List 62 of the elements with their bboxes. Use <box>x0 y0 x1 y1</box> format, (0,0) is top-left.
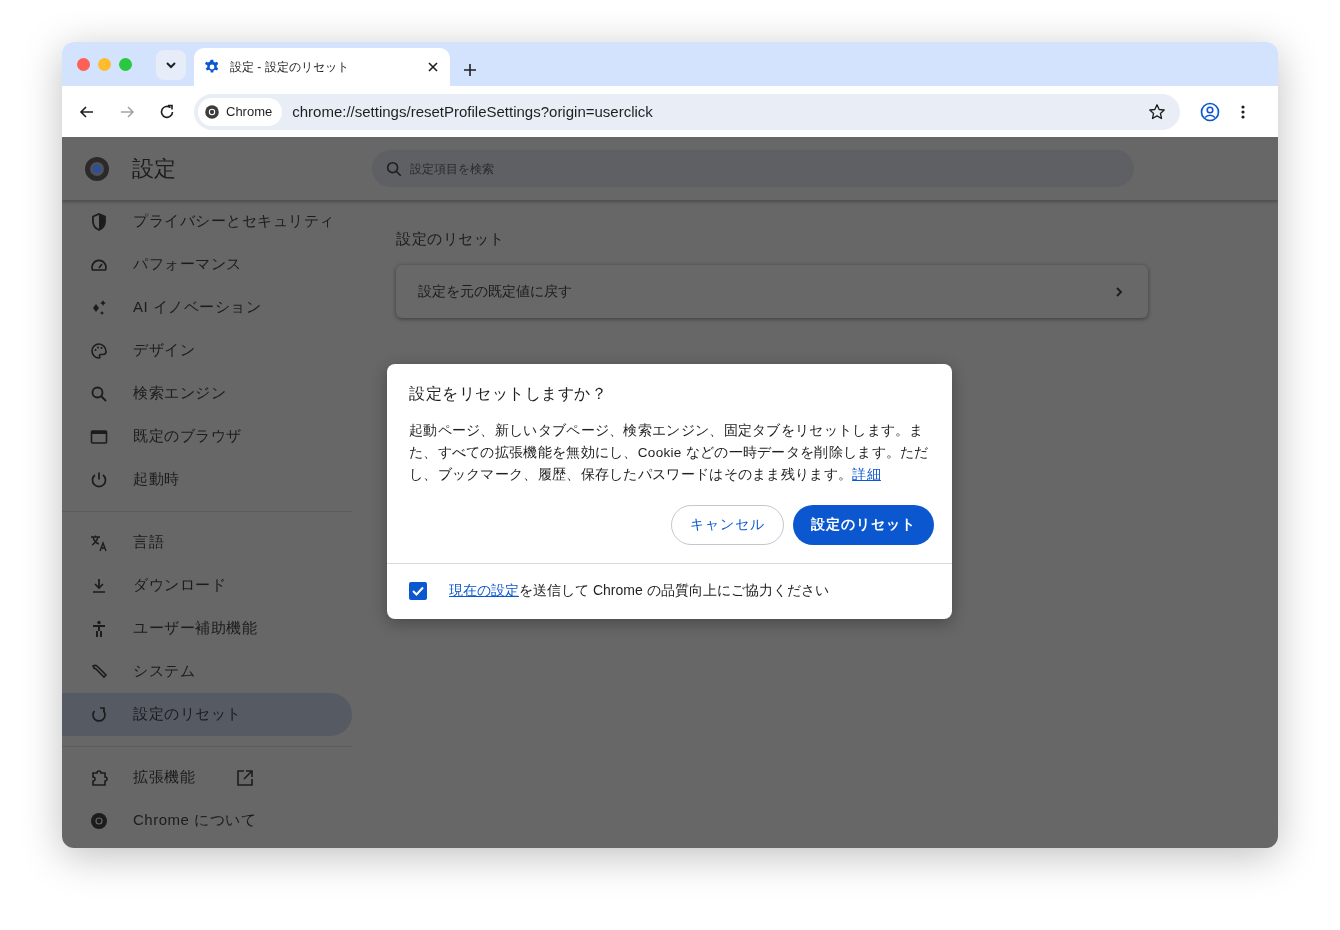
new-tab-icon[interactable] <box>462 62 478 78</box>
sidebar-label: ユーザー補助機能 <box>133 619 257 638</box>
sidebar-item[interactable]: プライバシーとセキュリティ <box>62 200 352 243</box>
sidebar-label: 検索エンジン <box>133 384 226 403</box>
settings-logo-icon <box>84 155 110 182</box>
dialog-title: 設定をリセットしますか？ <box>408 384 608 404</box>
sidebar-label: プライバシーとセキュリティ <box>133 212 335 231</box>
menu-icon[interactable] <box>1240 103 1246 120</box>
url-text: chrome://settings/resetProfileSettings?origin=userclick <box>292 103 654 120</box>
sidebar-label: 起動時 <box>133 470 180 489</box>
close-icon[interactable] <box>426 60 440 74</box>
chrome-logo-icon <box>89 810 109 831</box>
checkbox-label: 現在の設定を送信して Chrome の品質向上にご協力ください <box>449 582 829 600</box>
shield-icon <box>89 211 109 232</box>
site-chip[interactable]: Chrome <box>198 97 283 126</box>
sidebar-item[interactable]: ダウンロード <box>62 564 352 607</box>
section-title: 設定のリセット <box>396 230 506 249</box>
dialog-text: 起動ページ、新しいタブページ、検索エンジン、固定タブをリセットします。また、すべての拡張機能を無効にし、Cookie などの一時データを削除します。ただし、ブックマーク、履歴、保存したパスワードはそのまま残ります。詳細 <box>408 422 930 484</box>
reload-icon[interactable] <box>158 102 176 121</box>
external-link-icon <box>235 767 255 788</box>
puzzle-icon <box>89 767 109 788</box>
sidebar-item[interactable]: AI イノベーション <box>62 286 352 329</box>
chrome-logo-icon <box>204 103 220 120</box>
sidebar-item[interactable]: ユーザー補助機能 <box>62 607 352 650</box>
sidebar-item[interactable]: 拡張機能 <box>62 756 352 799</box>
sidebar-label: Chrome について <box>133 811 257 830</box>
sidebar-item[interactable]: 既定のブラウザ <box>62 415 352 458</box>
settings-title: 設定 <box>132 154 177 183</box>
sidebar-label: ダウンロード <box>133 576 226 595</box>
sidebar-item[interactable]: システム <box>62 650 352 693</box>
sidebar-label: 言語 <box>133 533 164 552</box>
palette-icon <box>89 340 109 361</box>
sidebar-item[interactable]: 検索エンジン <box>62 372 352 415</box>
sidebar-item[interactable]: デザイン <box>62 329 352 372</box>
tab-title: 設定 - 設定のリセット <box>230 58 350 76</box>
star-icon[interactable] <box>1148 102 1166 121</box>
sidebar-item[interactable]: 言語 <box>62 521 352 564</box>
sidebar-label: パフォーマンス <box>133 255 242 274</box>
sidebar-label: システム <box>133 662 195 681</box>
reset-button[interactable]: 設定のリセット <box>793 505 934 545</box>
sidebar-label: AI イノベーション <box>133 298 262 317</box>
sidebar-label: 既定のブラウザ <box>133 427 242 446</box>
sidebar-label: デザイン <box>133 341 195 360</box>
search-icon <box>385 160 403 178</box>
tab-search-button[interactable] <box>156 50 186 80</box>
gear-icon <box>204 59 220 75</box>
settings-row[interactable]: 設定を元の既定値に戻す <box>396 265 1148 318</box>
checkbox[interactable] <box>409 582 427 600</box>
profile-icon[interactable] <box>1200 101 1220 122</box>
cancel-button[interactable]: キャンセル <box>671 505 784 545</box>
sidebar-item[interactable]: 起動時 <box>62 458 352 501</box>
row-label: 設定を元の既定値に戻す <box>418 282 572 301</box>
current-settings-link[interactable]: 現在の設定 <box>449 582 519 598</box>
sidebar-item[interactable]: Chrome について <box>62 799 352 842</box>
browser-tab[interactable]: 設定 - 設定のリセット <box>194 48 450 86</box>
sidebar-item[interactable]: パフォーマンス <box>62 243 352 286</box>
sidebar-label: 設定のリセット <box>133 705 242 724</box>
reset-icon <box>89 704 109 725</box>
sidebar-item[interactable]: 設定のリセット <box>62 693 352 736</box>
address-bar[interactable]: Chrome chrome://settings/resetProfileSettings?origin=userclick <box>194 93 1180 130</box>
learn-more-link[interactable]: 詳細 <box>852 467 881 482</box>
sidebar-label: 拡張機能 <box>133 768 195 787</box>
